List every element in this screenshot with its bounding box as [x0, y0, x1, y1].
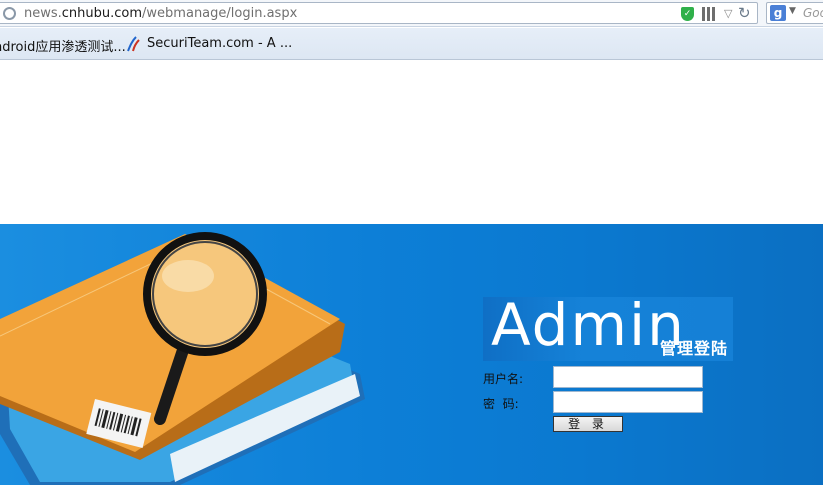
search-placeholder: Goo — [803, 6, 823, 20]
url-dropdown-icon[interactable]: ▽ — [724, 7, 732, 20]
username-label: 用户名: — [483, 372, 524, 386]
address-bar[interactable]: news.cnhubu.com/webmanage/login.aspx ✓ ▽… — [0, 2, 758, 24]
login-button[interactable]: 登 录 — [553, 416, 623, 432]
admin-subtitle: 管理登陆 — [660, 339, 729, 358]
bookmarks-bar: ndroid应用渗透测试... SecuriTeam.com - A ... — [0, 28, 823, 60]
magnifier-lens — [143, 232, 267, 356]
reload-icon[interactable]: ↻ — [738, 4, 751, 22]
bookmark-securiteam[interactable]: SecuriTeam.com - A ... — [147, 36, 292, 51]
username-input[interactable] — [553, 366, 703, 388]
admin-title: Admin — [491, 291, 686, 359]
search-box[interactable]: g ▼ Goo — [766, 2, 823, 24]
password-input[interactable] — [553, 391, 703, 413]
globe-icon — [3, 7, 16, 20]
shield-icon[interactable]: ✓ — [681, 7, 694, 21]
bookmark-android-pentest[interactable]: ndroid应用渗透测试... — [0, 36, 126, 55]
securiteam-favicon-icon — [127, 36, 140, 52]
search-engine-icon[interactable]: g — [770, 5, 786, 21]
search-engine-dropdown-icon[interactable]: ▼ — [789, 6, 796, 16]
navigation-toolbar: news.cnhubu.com/webmanage/login.aspx ✓ ▽… — [0, 0, 823, 27]
url-text[interactable]: news.cnhubu.com/webmanage/login.aspx — [24, 6, 297, 21]
qr-code-icon[interactable] — [702, 7, 716, 21]
browser-window: news.cnhubu.com/webmanage/login.aspx ✓ ▽… — [0, 0, 823, 485]
admin-logo: Admin 管理登陆 — [483, 291, 733, 361]
password-label: 密 码: — [483, 397, 519, 411]
